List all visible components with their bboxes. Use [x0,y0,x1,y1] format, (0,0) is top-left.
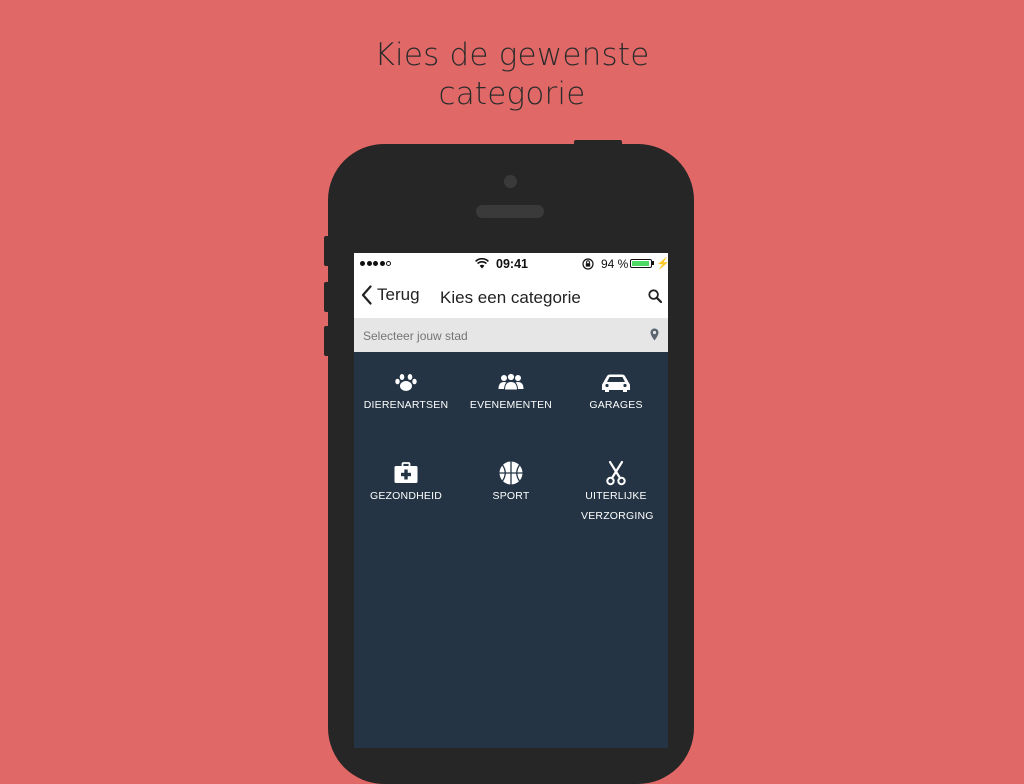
signal-strength-icon [360,261,391,266]
headline-line-1: Kies de gewenste [374,37,650,73]
headline-line-2: categorie [438,76,586,112]
car-icon [602,374,630,392]
category-garages[interactable]: GARAGES [564,369,668,415]
wifi-icon [475,258,489,269]
search-icon[interactable] [648,289,662,303]
page-title: Kies een categorie [440,288,581,307]
charging-bolt-icon: ⚡ [656,258,668,270]
front-camera [504,175,517,188]
chevron-left-icon [361,285,372,305]
category-sport[interactable]: SPORT [459,460,563,506]
headline: Kies de gewenste categorie [0,36,1024,114]
category-evenementen[interactable]: EVENEMENTEN [459,369,563,415]
location-pin-icon[interactable] [650,328,659,341]
speaker-grille [476,205,544,218]
category-label: UITERLIJKE VERZORGING [581,490,654,522]
status-bar: 09:41 94 % ⚡ [354,253,668,275]
basketball-icon [499,461,523,485]
back-label: Terug [377,285,420,304]
navigation-bar: Terug Kies een categorie [354,275,668,318]
scissors-icon [606,460,626,486]
people-icon [498,372,524,391]
category-gezondheid[interactable]: GEZONDHEID [354,460,458,506]
category-label: SPORT [492,490,530,502]
back-button[interactable]: Terug [361,285,420,305]
paw-icon [395,374,417,391]
rotation-lock-icon [582,258,594,270]
category-label: GARAGES [589,399,643,411]
category-label: GEZONDHEID [369,490,442,502]
city-selector-bar [354,318,668,352]
battery-percentage: 94 % [601,257,629,271]
category-label: DIERENARTSEN [363,399,449,411]
city-input[interactable] [363,329,623,343]
category-label: EVENEMENTEN [469,399,553,411]
status-time: 09:41 [496,257,528,271]
battery-icon [630,259,652,268]
category-uiterlijke-verzorging[interactable]: UITERLIJKE VERZORGING [564,460,668,526]
phone-screen: 09:41 94 % ⚡ Terug Kies een categorie Se… [354,253,668,748]
medkit-icon [394,462,418,483]
category-dierenartsen[interactable]: DIERENARTSEN [354,369,458,415]
